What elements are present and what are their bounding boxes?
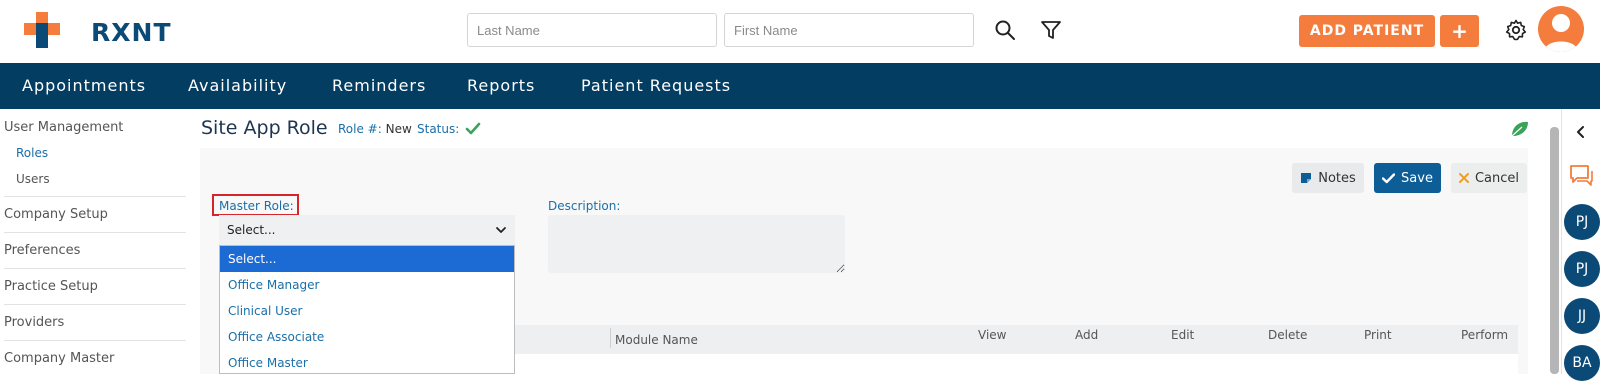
sidebar-practice-setup[interactable]: Practice Setup [4,279,98,294]
logo-text: RXNT [91,18,172,47]
user-bubble-jj[interactable]: JJ [1564,298,1600,334]
column-add: Add [1075,328,1099,342]
nav-patient-requests[interactable]: Patient Requests [581,76,731,95]
nav-appointments[interactable]: Appointments [22,76,146,95]
close-icon [1458,173,1469,183]
sidebar-divider [4,340,186,341]
chevron-down-icon [496,227,506,233]
sidebar-providers[interactable]: Providers [4,315,64,330]
app-header: RXNT ADD PATIENT + [0,0,1600,63]
filter-icon[interactable] [1039,18,1063,42]
dropdown-option-select[interactable]: Select... [220,246,514,272]
role-number: Role #: New [338,122,412,136]
user-bubble-ba[interactable]: BA [1564,345,1600,381]
search-icon[interactable] [993,18,1017,42]
sidebar-divider [4,268,186,269]
sidebar-divider [4,196,186,197]
column-divider [610,328,611,348]
status-check-icon [465,122,481,135]
column-perform: Perform [1461,328,1509,342]
column-print: Print [1364,328,1392,342]
dropdown-option-clinical-user[interactable]: Clinical User [220,298,514,324]
column-delete: Delete [1268,328,1308,342]
chat-icon[interactable] [1568,163,1594,187]
user-bubble-pj-2[interactable]: PJ [1564,251,1600,287]
right-rail [1561,109,1600,374]
nav-reminders[interactable]: Reminders [332,76,426,95]
rxnt-logo[interactable]: RXNT [24,12,171,50]
sidebar-company-setup[interactable]: Company Setup [4,207,108,222]
sidebar-preferences[interactable]: Preferences [4,243,80,258]
column-view: View [978,328,1007,342]
user-bubble-pj[interactable]: PJ [1564,204,1600,240]
page-title: Site App Role [201,117,328,139]
role-number-label: Role #: [338,122,382,136]
dropdown-option-office-master[interactable]: Office Master [220,350,514,376]
user-avatar[interactable] [1538,6,1584,52]
notes-button-label: Notes [1318,170,1356,186]
chevron-left-icon[interactable] [1574,125,1588,139]
status-label: Status: [417,122,460,136]
column-edit: Edit [1171,328,1195,342]
master-role-select[interactable]: Select... [219,215,515,245]
permissions-table-body [515,354,1518,374]
last-name-input[interactable] [467,13,717,47]
check-icon [1382,172,1396,183]
gear-icon[interactable] [1504,18,1528,42]
master-role-label: Master Role: [219,199,294,213]
description-textarea[interactable] [548,215,845,273]
user-silhouette-icon [1544,14,1578,52]
nav-availability[interactable]: Availability [188,76,287,95]
main-scrollbar[interactable] [1550,127,1559,374]
dropdown-option-office-manager[interactable]: Office Manager [220,272,514,298]
sidebar-item-users[interactable]: Users [16,172,50,186]
add-patient-button[interactable]: ADD PATIENT [1299,15,1435,47]
main-navbar: Appointments Availability Reminders Repo… [0,63,1600,109]
note-icon [1301,173,1312,183]
cancel-button[interactable]: Cancel [1451,163,1527,193]
sidebar-divider [4,232,186,233]
sidebar-item-roles[interactable]: Roles [16,146,48,160]
dropdown-option-office-associate[interactable]: Office Associate [220,324,514,350]
leaf-icon [1511,121,1528,137]
master-role-dropdown: Select... Office Manager Clinical User O… [219,245,515,374]
sidebar-company-master[interactable]: Company Master [4,351,114,366]
cancel-button-label: Cancel [1474,170,1520,186]
role-number-value: New [385,122,412,136]
first-name-input[interactable] [724,13,974,47]
sidebar-divider [4,304,186,305]
save-button-label: Save [1401,170,1433,186]
status: Status: [417,122,459,136]
cross-logo-icon [24,12,60,48]
save-button[interactable]: Save [1374,163,1441,193]
master-role-selected-value: Select... [227,223,276,237]
column-module-name: Module Name [615,333,698,347]
add-patient-plus-button[interactable]: + [1440,15,1479,47]
sidebar-user-management[interactable]: User Management [4,120,123,135]
notes-button[interactable]: Notes [1292,163,1364,193]
description-label: Description: [548,199,621,213]
nav-reports[interactable]: Reports [467,76,535,95]
